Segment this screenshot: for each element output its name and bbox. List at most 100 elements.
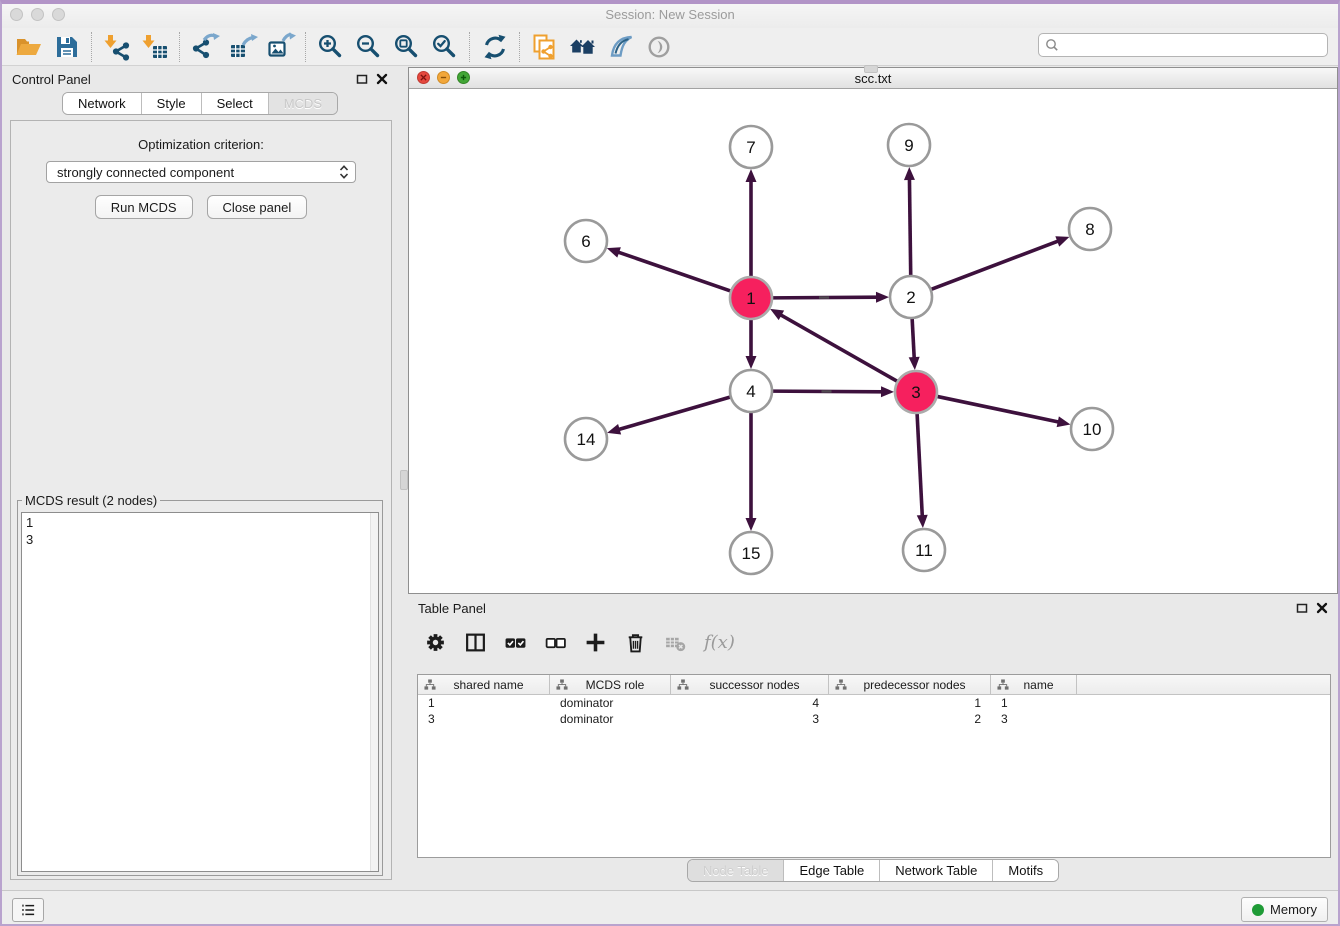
delete-table-icon[interactable]: [664, 631, 687, 654]
column-header-MCDS-role[interactable]: MCDS role: [550, 675, 671, 694]
edge-arrowhead: [909, 357, 920, 370]
delete-column-icon[interactable]: [624, 631, 647, 654]
table-row[interactable]: 3dominator323: [418, 711, 1330, 727]
edge-arrowhead: [1057, 416, 1071, 427]
memory-status-icon: [1252, 904, 1264, 916]
open-session-icon[interactable]: [10, 31, 48, 63]
table-cell[interactable]: 2: [829, 712, 991, 726]
tab-node-table[interactable]: Node Table: [688, 860, 784, 881]
network-view-window: scc.txt 1234678910111415: [408, 67, 1338, 594]
import-network-icon[interactable]: [98, 31, 136, 63]
horizontal-splitter-handle[interactable]: [864, 65, 878, 73]
select-all-columns-icon[interactable]: [504, 631, 527, 654]
table-cell[interactable]: 1: [418, 696, 550, 710]
network-canvas[interactable]: 1234678910111415: [409, 89, 1337, 594]
node-label-15: 15: [742, 544, 761, 563]
edge-4-14[interactable]: [618, 397, 731, 430]
edge-3-11[interactable]: [917, 413, 922, 517]
toggle-column-layout-icon[interactable]: [464, 631, 487, 654]
toolbar-separator: [179, 32, 181, 62]
mcds-panel: Optimization criterion: strongly connect…: [10, 120, 392, 880]
close-panel-button[interactable]: Close panel: [207, 195, 308, 219]
column-header-name[interactable]: name: [991, 675, 1077, 694]
edge-label-mark: [822, 390, 832, 392]
tab-style[interactable]: Style: [141, 93, 201, 114]
export-network-icon[interactable]: [186, 31, 224, 63]
close-table-panel-icon[interactable]: [1316, 602, 1328, 614]
apply-style-icon[interactable]: [602, 31, 640, 63]
os-titlebar: Session: New Session: [0, 0, 1340, 29]
add-column-icon[interactable]: [584, 631, 607, 654]
table-cell[interactable]: 1: [829, 696, 991, 710]
task-history-button[interactable]: [12, 898, 44, 922]
edge-2-3[interactable]: [912, 318, 914, 359]
node-label-11: 11: [915, 541, 933, 560]
table-cell[interactable]: 4: [671, 696, 829, 710]
float-table-panel-icon[interactable]: [1296, 602, 1308, 614]
table-cell[interactable]: 3: [418, 712, 550, 726]
edge-3-10[interactable]: [937, 396, 1060, 422]
column-tree-icon: [677, 679, 689, 691]
node-label-7: 7: [746, 138, 755, 157]
refresh-view-icon[interactable]: [476, 31, 514, 63]
memory-button[interactable]: Memory: [1241, 897, 1328, 922]
node-label-1: 1: [746, 289, 755, 308]
edge-1-6[interactable]: [617, 252, 731, 291]
table-cell[interactable]: 3: [671, 712, 829, 726]
edge-3-1[interactable]: [780, 314, 898, 381]
result-scrollbar[interactable]: [370, 513, 378, 871]
table-cell[interactable]: 3: [991, 712, 1077, 726]
clone-network-icon[interactable]: [526, 31, 564, 63]
column-tree-icon: [997, 679, 1009, 691]
tab-network-table[interactable]: Network Table: [879, 860, 992, 881]
search-field[interactable]: [1038, 33, 1328, 57]
table-cell[interactable]: dominator: [550, 696, 671, 710]
tab-network[interactable]: Network: [63, 93, 141, 114]
mcds-result-box: MCDS result (2 nodes) 1 3: [17, 493, 383, 876]
toolbar-separator: [91, 32, 93, 62]
table-settings-icon[interactable]: [424, 631, 447, 654]
tab-select[interactable]: Select: [201, 93, 268, 114]
edge-2-8[interactable]: [931, 241, 1060, 290]
edge-2-9[interactable]: [909, 178, 910, 276]
splitter-handle[interactable]: [400, 470, 408, 490]
table-panel-tabs: Node TableEdge TableNetwork TableMotifs: [687, 859, 1059, 882]
column-header-predecessor-nodes[interactable]: predecessor nodes: [829, 675, 991, 694]
mcds-result-list[interactable]: 1 3: [21, 512, 379, 872]
node-label-14: 14: [577, 430, 596, 449]
apply-function-icon[interactable]: f(x): [704, 632, 735, 653]
table-cell[interactable]: dominator: [550, 712, 671, 726]
float-panel-icon[interactable]: [356, 73, 368, 85]
tab-motifs[interactable]: Motifs: [992, 860, 1058, 881]
selected-criterion: strongly connected component: [57, 165, 339, 180]
optimization-criterion-select[interactable]: strongly connected component: [46, 161, 356, 183]
first-neighbors-icon[interactable]: [564, 31, 602, 63]
tab-edge-table[interactable]: Edge Table: [783, 860, 879, 881]
table-body: 1dominator4113dominator323: [418, 695, 1330, 727]
close-panel-icon[interactable]: [376, 73, 388, 85]
table-row[interactable]: 1dominator411: [418, 695, 1330, 711]
toolbar-separator: [469, 32, 471, 62]
search-input[interactable]: [1063, 37, 1327, 54]
node-label-10: 10: [1083, 420, 1102, 439]
edge-arrowhead: [1055, 236, 1069, 246]
column-header-shared-name[interactable]: shared name: [418, 675, 550, 694]
table-cell[interactable]: 1: [991, 696, 1077, 710]
control-panel: Control Panel NetworkStyleSelectMCDS Opt…: [2, 66, 398, 890]
zoom-fit-icon[interactable]: [388, 31, 426, 63]
import-table-icon[interactable]: [136, 31, 174, 63]
export-table-icon[interactable]: [224, 31, 262, 63]
zoom-selected-icon[interactable]: [426, 31, 464, 63]
zoom-in-icon[interactable]: [312, 31, 350, 63]
export-image-icon[interactable]: [262, 31, 300, 63]
panel-splitter[interactable]: [398, 66, 408, 890]
table-panel-title: Table Panel: [418, 601, 1296, 616]
node-label-3: 3: [911, 383, 920, 402]
show-graphics-details-icon[interactable]: [640, 31, 678, 63]
save-session-icon[interactable]: [48, 31, 86, 63]
zoom-out-icon[interactable]: [350, 31, 388, 63]
run-mcds-button[interactable]: Run MCDS: [95, 195, 193, 219]
column-header-successor-nodes[interactable]: successor nodes: [671, 675, 829, 694]
deselect-all-columns-icon[interactable]: [544, 631, 567, 654]
tab-mcds[interactable]: MCDS: [268, 93, 337, 114]
